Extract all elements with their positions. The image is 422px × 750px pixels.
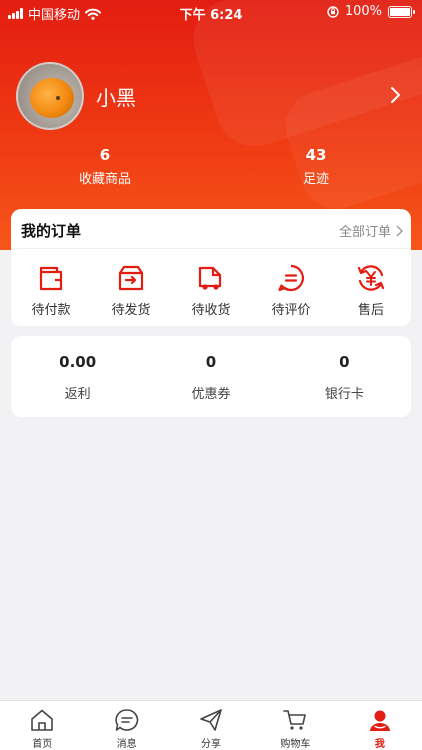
box-icon bbox=[118, 265, 144, 291]
asset-rebate-label: 返利 bbox=[64, 387, 91, 402]
wallet-icon bbox=[39, 266, 63, 291]
truck-icon bbox=[198, 266, 222, 290]
orientation-lock-icon bbox=[327, 5, 339, 18]
my-orders-card: 我的订单 全部订单 待付款 待发货 待收货 待评价 售后 bbox=[11, 209, 411, 326]
stat-favorites-label: 收藏商品 bbox=[78, 172, 131, 187]
order-pending-payment[interactable]: 待付款 bbox=[11, 263, 91, 318]
username[interactable]: 小黑 bbox=[96, 82, 136, 111]
cart-icon bbox=[283, 710, 307, 730]
order-pending-shipment[interactable]: 待发货 bbox=[91, 263, 171, 318]
stat-footprints-label: 足迹 bbox=[302, 172, 329, 187]
user-icon bbox=[369, 710, 390, 731]
avatar[interactable] bbox=[16, 62, 84, 130]
asset-bank-cards-label: 银行卡 bbox=[324, 387, 364, 402]
all-orders-link[interactable]: 全部订单 bbox=[339, 221, 403, 240]
stat-favorites-value: 6 bbox=[99, 146, 111, 164]
send-icon bbox=[200, 709, 222, 731]
tab-home[interactable]: 首页 bbox=[0, 701, 84, 750]
status-bar: 中国移动 下午 6:24 100% bbox=[0, 0, 422, 23]
asset-coupons-value: 0 bbox=[205, 353, 217, 371]
stat-footprints-value: 43 bbox=[305, 146, 327, 164]
chevron-right-icon[interactable] bbox=[384, 84, 406, 106]
asset-coupons[interactable]: 0 优惠券 bbox=[144, 336, 277, 417]
comment-icon bbox=[278, 264, 304, 292]
order-pending-review[interactable]: 待评价 bbox=[251, 263, 331, 318]
asset-bank-cards[interactable]: 0 银行卡 bbox=[278, 336, 411, 417]
stat-footprints[interactable]: 43 足迹 bbox=[256, 146, 376, 187]
tab-bar: 首页 消息 分享 购物车 我 bbox=[0, 700, 422, 750]
tab-me[interactable]: 我 bbox=[338, 701, 422, 750]
all-orders-label: 全部订单 bbox=[338, 225, 391, 240]
orders-title: 我的订单 bbox=[21, 222, 82, 240]
asset-rebate[interactable]: 0.00 返利 bbox=[11, 336, 144, 417]
order-pending-review-label: 待评价 bbox=[271, 303, 311, 318]
stat-favorites[interactable]: 6 收藏商品 bbox=[45, 146, 165, 187]
chat-icon bbox=[114, 709, 138, 731]
tab-me-label: 我 bbox=[374, 739, 385, 750]
order-pending-payment-label: 待付款 bbox=[31, 303, 71, 318]
tab-cart-label: 购物车 bbox=[280, 739, 311, 750]
tab-messages[interactable]: 消息 bbox=[84, 701, 168, 750]
tab-share-label: 分享 bbox=[201, 739, 222, 750]
asset-coupons-label: 优惠券 bbox=[191, 387, 231, 402]
asset-rebate-value: 0.00 bbox=[59, 353, 97, 371]
order-pending-receipt[interactable]: 待收货 bbox=[171, 263, 251, 318]
order-pending-receipt-label: 待收货 bbox=[191, 303, 231, 318]
assets-card: 0.00 返利 0 优惠券 0 银行卡 bbox=[11, 336, 411, 417]
chevron-right-icon bbox=[396, 225, 403, 236]
order-after-sales[interactable]: 售后 bbox=[331, 263, 411, 318]
yuan-refund-icon bbox=[357, 265, 385, 291]
asset-bank-cards-value: 0 bbox=[339, 353, 350, 371]
order-pending-shipment-label: 待发货 bbox=[111, 303, 151, 318]
home-icon bbox=[31, 709, 54, 731]
orders-header: 我的订单 全部订单 bbox=[11, 209, 411, 249]
battery-percent: 100% bbox=[344, 4, 382, 19]
tab-home-label: 首页 bbox=[32, 739, 53, 750]
battery-icon bbox=[388, 5, 415, 18]
order-after-sales-label: 售后 bbox=[357, 303, 384, 318]
tab-messages-label: 消息 bbox=[116, 739, 137, 750]
tab-share[interactable]: 分享 bbox=[169, 701, 253, 750]
tab-cart[interactable]: 购物车 bbox=[253, 701, 337, 750]
